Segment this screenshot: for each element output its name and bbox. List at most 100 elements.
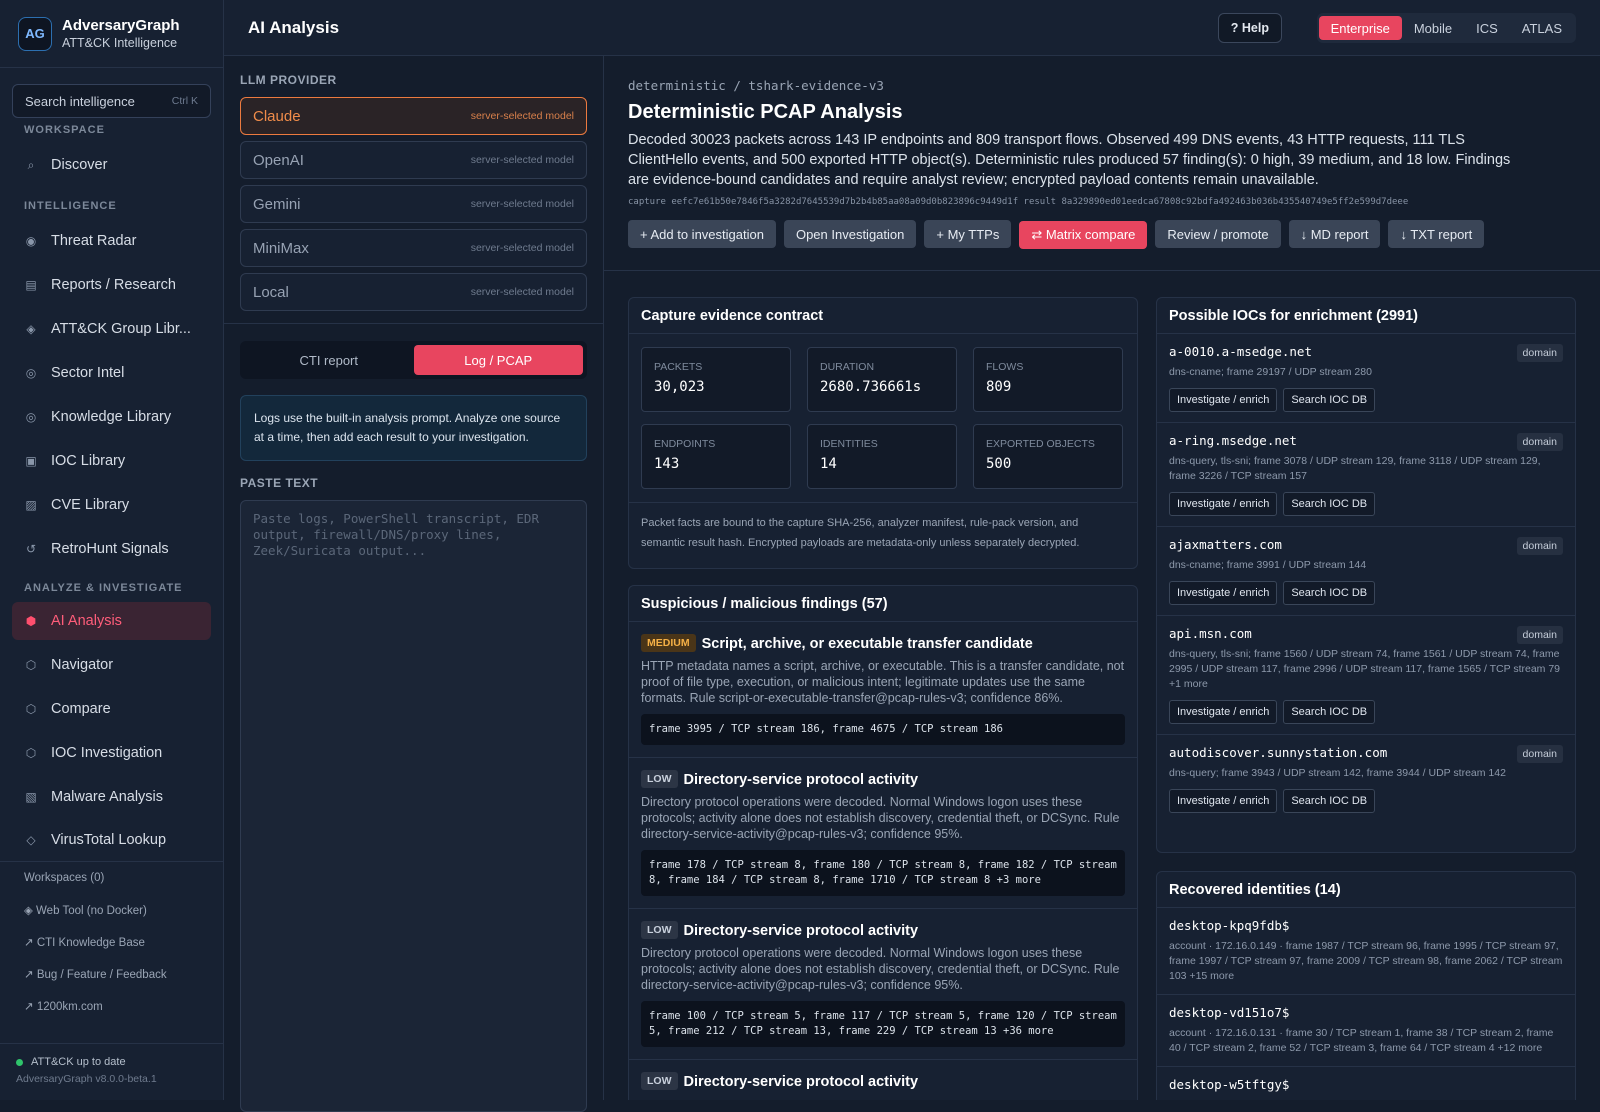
investigate-enrich-button[interactable]: Investigate / enrich — [1169, 789, 1278, 813]
paste-textarea[interactable]: Paste logs, PowerShell transcript, EDR o… — [240, 500, 587, 1112]
attack-status: ATT&CK up to date — [31, 1056, 126, 1068]
identity-meta: account · 172.16.0.131 · frame 30 / TCP … — [1169, 1027, 1554, 1054]
provider-gemini[interactable]: Gemini server-selected model — [240, 185, 587, 223]
provider-openai[interactable]: OpenAI server-selected model — [240, 141, 587, 179]
search-ioc-db-button[interactable]: Search IOC DB — [1283, 700, 1376, 724]
sidebar-item-malware-analysis[interactable]: ▧ Malware Analysis — [12, 778, 211, 816]
ioc-value: a-0010.a-msedge.net — [1169, 344, 1312, 359]
ioc-meta: dns-query; frame 3943 / UDP stream 142, … — [1169, 767, 1506, 779]
ioc-item: domain ajaxmatters.com dns-cname; frame … — [1157, 527, 1575, 616]
input-panel: LLM PROVIDER Claude server-selected model… — [224, 56, 604, 1112]
finding-evidence: frame 178 / TCP stream 8, frame 180 / TC… — [641, 850, 1125, 896]
brand-name: AdversaryGraph — [62, 17, 180, 34]
sidebar-item-virustotal[interactable]: ◇ VirusTotal Lookup — [12, 822, 211, 858]
identity-value: desktop-kpq9fdb$ — [1169, 918, 1290, 933]
txt-report-button[interactable]: ↓ TXT report — [1388, 220, 1485, 248]
investigate-enrich-button[interactable]: Investigate / enrich — [1169, 581, 1278, 605]
finding-item[interactable]: LOW Directory-service protocol activity — [629, 1060, 1137, 1100]
sidebar-item-cve-library[interactable]: ▨ CVE Library — [12, 486, 211, 524]
search-ioc-db-button[interactable]: Search IOC DB — [1283, 388, 1376, 412]
provider-label: LLM PROVIDER — [240, 73, 337, 87]
ioc-value: a-ring.msedge.net — [1169, 433, 1297, 448]
finding-item[interactable]: MEDIUM Script, archive, or executable tra… — [629, 622, 1137, 758]
mode-log-pcap[interactable]: Log / PCAP — [413, 345, 583, 375]
stat-duration: DURATION 2680.736661s — [807, 347, 957, 412]
cti-kb-link[interactable]: ↗ CTI Knowledge Base — [0, 926, 223, 958]
contract-note-wrap: Packet facts are bound to the capture SH… — [629, 502, 1137, 563]
md-report-button[interactable]: ↓ MD report — [1288, 220, 1381, 248]
domain-ics[interactable]: ICS — [1464, 16, 1510, 40]
sidebar-item-threat-radar[interactable]: ◉ Threat Radar — [12, 222, 211, 260]
web-tool-link[interactable]: ◈ Web Tool (no Docker) — [0, 894, 223, 926]
search-shortcut: Ctrl K — [171, 95, 198, 107]
ioc-meta: dns-cname; frame 29197 / UDP stream 280 — [1169, 366, 1372, 378]
search-ioc-db-button[interactable]: Search IOC DB — [1283, 581, 1376, 605]
ioc-type-badge: domain — [1516, 745, 1563, 763]
search-icon: ⌕ — [27, 157, 35, 172]
sidebar-item-retrohunt[interactable]: ↺ RetroHunt Signals — [12, 530, 211, 568]
app-logo: AG — [18, 16, 52, 51]
sidebar-item-navigator[interactable]: ⬡ Navigator — [12, 646, 211, 684]
finding-evidence: frame 100 / TCP stream 5, frame 117 / TC… — [641, 1001, 1125, 1047]
my-ttps-button[interactable]: + My TTPs — [924, 220, 1012, 248]
stat-identities: IDENTITIES 14 — [807, 424, 957, 489]
domain-enterprise[interactable]: Enterprise — [1318, 16, 1402, 40]
identities-card: Recovered identities (14) desktop-kpq9fd… — [1156, 871, 1576, 1100]
investigate-enrich-button[interactable]: Investigate / enrich — [1169, 388, 1278, 412]
hatched-icon: ▨ — [25, 498, 37, 512]
ioc-item: domain a-0010.a-msedge.net dns-cname; fr… — [1157, 334, 1575, 423]
search-ioc-db-button[interactable]: Search IOC DB — [1283, 492, 1376, 516]
website-link[interactable]: ↗ 1200km.com — [0, 990, 223, 1022]
contract-note: Packet facts are bound to the capture SH… — [641, 517, 1080, 549]
finding-item[interactable]: LOW Directory-service protocol activity D… — [629, 758, 1137, 909]
sidebar-item-sector-intel[interactable]: ◎ Sector Intel — [12, 354, 211, 392]
status-dot-icon — [16, 1058, 23, 1066]
hatched-icon: ▧ — [25, 790, 37, 804]
brand[interactable]: AG AdversaryGraph ATT&CK Intelligence — [0, 0, 223, 68]
action-bar: + Add to investigation Open Investigation… — [628, 220, 1576, 249]
feedback-link[interactable]: ↗ Bug / Feature / Feedback — [0, 958, 223, 990]
investigate-enrich-button[interactable]: Investigate / enrich — [1169, 492, 1278, 516]
severity-badge: LOW — [641, 1072, 678, 1090]
search-ioc-db-button[interactable]: Search IOC DB — [1283, 789, 1376, 813]
sidebar-item-knowledge-library[interactable]: ◎ Knowledge Library — [12, 398, 211, 436]
sidebar-item-compare[interactable]: ⬡ Compare — [12, 690, 211, 728]
sidebar-item-ioc-library[interactable]: ▣ IOC Library — [12, 442, 211, 480]
brand-subtitle: ATT&CK Intelligence — [62, 36, 178, 50]
finding-title: Directory-service protocol activity — [683, 1074, 919, 1090]
workspaces-link[interactable]: Workspaces (0) — [0, 862, 223, 894]
severity-badge: MEDIUM — [641, 634, 696, 652]
finding-item[interactable]: LOW Directory-service protocol activity D… — [629, 909, 1137, 1060]
sidebar-item-ioc-investigation[interactable]: ⬡ IOC Investigation — [12, 734, 211, 772]
investigate-enrich-button[interactable]: Investigate / enrich — [1169, 700, 1278, 724]
domain-mobile[interactable]: Mobile — [1402, 16, 1464, 40]
section-intelligence: INTELLIGENCE — [24, 200, 117, 212]
ioc-value: ajaxmatters.com — [1169, 537, 1282, 552]
sidebar-item-attack-groups[interactable]: ◈ ATT&CK Group Libr... — [12, 310, 211, 348]
provider-claude[interactable]: Claude server-selected model — [240, 97, 587, 135]
analysis-summary: Decoded 30023 packets across 143 IP endp… — [628, 132, 1511, 188]
review-promote-button[interactable]: Review / promote — [1155, 220, 1281, 248]
ioc-meta: dns-query, tls-sni; frame 3078 / UDP str… — [1169, 455, 1541, 482]
help-button[interactable]: ? Help — [1217, 13, 1282, 43]
finding-description: HTTP metadata names a script, archive, o… — [641, 659, 1125, 705]
breadcrumb: deterministic / tshark-evidence-v3 — [628, 78, 884, 93]
ioc-meta: dns-query, tls-sni; frame 1560 / UDP str… — [1169, 648, 1561, 690]
domain-atlas[interactable]: ATLAS — [1510, 16, 1574, 40]
sidebar-item-reports[interactable]: ▤ Reports / Research — [12, 266, 211, 304]
open-investigation-button[interactable]: Open Investigation — [783, 220, 917, 248]
sidebar-item-discover[interactable]: ⌕ Discover — [12, 146, 211, 184]
library-icon: ◎ — [25, 410, 37, 424]
contract-title: Capture evidence contract — [629, 298, 1137, 334]
matrix-compare-button[interactable]: ⇄ Matrix compare — [1019, 220, 1148, 249]
mode-cti-report[interactable]: CTI report — [244, 345, 414, 375]
stat-packets: PACKETS 30,023 — [641, 347, 791, 412]
add-to-investigation-button[interactable]: + Add to investigation — [628, 220, 776, 248]
provider-minimax[interactable]: MiniMax server-selected model — [240, 229, 587, 267]
severity-badge: LOW — [641, 770, 678, 788]
search-intelligence[interactable]: Search intelligence Ctrl K — [12, 84, 211, 118]
sidebar-item-ai-analysis[interactable]: ⬢ AI Analysis — [12, 602, 211, 640]
finding-title: Directory-service protocol activity — [683, 772, 919, 788]
radar-icon: ◉ — [25, 234, 37, 248]
provider-local[interactable]: Local server-selected model — [240, 273, 587, 311]
